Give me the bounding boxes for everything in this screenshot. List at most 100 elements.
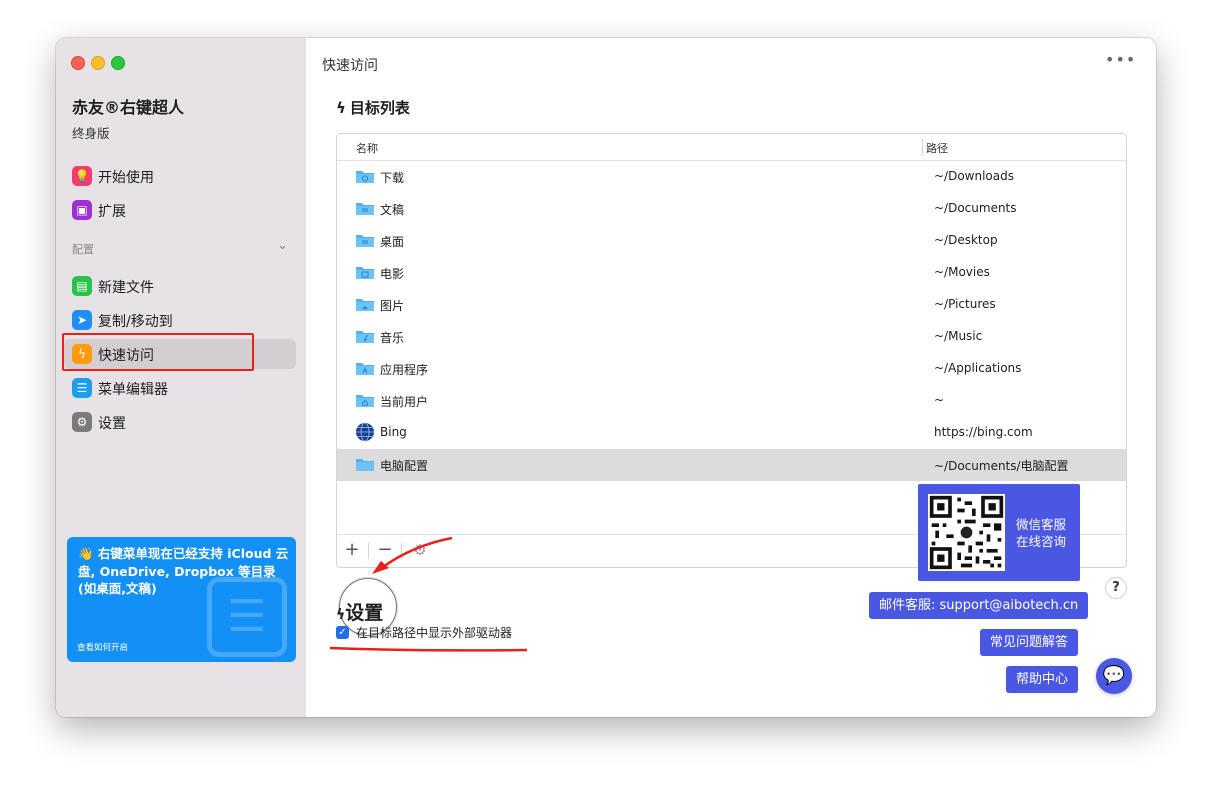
sidebar-item-label: 设置 (98, 416, 126, 432)
email-support-button[interactable]: 邮件客服: support@aibotech.cn (869, 592, 1089, 619)
row-name: Bing (380, 425, 407, 439)
app-window: 赤友®右键超人 终身版 💡 开始使用 ▣ 扩展 配置 ⌄ ▤ 新建文件 ➤ 复制… (56, 38, 1156, 717)
sidebar-item-label: 扩展 (98, 204, 126, 220)
movies-folder-icon (356, 267, 374, 279)
applications-folder-icon (356, 363, 374, 375)
bulb-icon: 💡 (72, 166, 92, 186)
table-row[interactable]: 桌面 ~/Desktop (337, 225, 1126, 257)
table-row[interactable]: 当前用户 ~ (337, 385, 1126, 417)
window-zoom-button[interactable] (111, 56, 125, 70)
faq-button[interactable]: 常见问题解答 (980, 629, 1079, 656)
page-title: 快速访问 (322, 58, 378, 74)
row-path: ~/Music (934, 329, 983, 343)
pictures-folder-icon (356, 299, 374, 311)
sidebar-item-menu-editor[interactable]: ☰ 菜单编辑器 (64, 373, 296, 403)
sidebar-item-settings[interactable]: ⚙ 设置 (64, 407, 296, 437)
toolbar-divider (401, 543, 402, 559)
row-path: ~/Documents (934, 201, 1017, 215)
sidebar-item-label: 新建文件 (98, 280, 154, 296)
settings-heading: ϟ设置 (336, 598, 383, 625)
main-content: 快速访问 ••• ϟ 目标列表 名称 路径 下载 ~/Downloads 文稿 ~… (306, 38, 1156, 717)
row-name: 电脑配置 (380, 459, 429, 473)
settings-title: 设置 (345, 602, 384, 624)
globe-icon (356, 422, 374, 442)
show-external-drives-checkbox[interactable]: ✓ (336, 626, 349, 639)
sidebar: 赤友®右键超人 终身版 💡 开始使用 ▣ 扩展 配置 ⌄ ▤ 新建文件 ➤ 复制… (56, 38, 307, 717)
home-folder-icon (356, 395, 374, 407)
column-divider[interactable] (922, 139, 923, 155)
row-path: ~/Movies (934, 265, 990, 279)
annotation-highlight-box (62, 333, 254, 371)
row-name: 桌面 (380, 235, 405, 249)
table-row[interactable]: 图片 ~/Pictures (337, 289, 1126, 321)
checkbox-label: 在目标路径中显示外部驱动器 (356, 626, 513, 640)
row-name: 应用程序 (380, 363, 429, 377)
wechat-line-2: 在线咨询 (1016, 534, 1067, 549)
help-center-button[interactable]: 帮助中心 (1006, 666, 1079, 693)
add-button[interactable]: + (339, 539, 365, 560)
remove-button[interactable]: − (372, 539, 398, 560)
music-folder-icon (356, 331, 374, 343)
lightning-icon: ϟ (336, 99, 346, 117)
desktop-folder-icon (356, 235, 374, 247)
gear-icon[interactable]: ⚙ (407, 541, 433, 559)
column-header-name[interactable]: 名称 (356, 140, 378, 156)
row-path: ~/Applications (934, 361, 1022, 375)
downloads-folder-icon (356, 171, 374, 183)
promo-text: 👋 右键菜单现在已经支持 iCloud 云盘, OneDrive, Dropbo… (78, 546, 289, 596)
sidebar-item-get-started[interactable]: 💡 开始使用 (64, 161, 296, 191)
toolbar-divider (368, 543, 369, 559)
table-row[interactable]: 音乐 ~/Music (337, 321, 1126, 353)
table-row[interactable]: 下载 ~/Downloads (337, 161, 1126, 193)
target-list-title: 目标列表 (349, 99, 410, 117)
help-icon[interactable]: ? (1106, 578, 1126, 598)
row-path: ~/Pictures (934, 297, 996, 311)
app-name: 赤友®右键超人 (72, 98, 185, 117)
table-row[interactable]: Bing https://bing.com (337, 417, 1126, 449)
row-path: ~/Documents/电脑配置 (934, 459, 1069, 473)
row-name: 文稿 (380, 203, 405, 217)
table-row[interactable]: 电影 ~/Movies (337, 257, 1126, 289)
folder-icon (356, 459, 374, 471)
chevron-down-icon[interactable]: ⌄ (277, 238, 288, 253)
table-row[interactable]: 电脑配置 ~/Documents/电脑配置 (337, 449, 1126, 481)
row-path: https://bing.com (934, 425, 1033, 439)
row-path: ~ (934, 393, 945, 407)
send-icon: ➤ (72, 310, 92, 330)
row-name: 下载 (380, 171, 405, 185)
column-header-path[interactable]: 路径 (926, 140, 948, 156)
window-minimize-button[interactable] (91, 56, 105, 70)
row-name: 当前用户 (380, 395, 429, 409)
sidebar-item-new-file[interactable]: ▤ 新建文件 (64, 271, 296, 301)
table-row[interactable]: 文稿 ~/Documents (337, 193, 1126, 225)
sidebar-item-copy-move[interactable]: ➤ 复制/移动到 (64, 305, 296, 335)
sidebar-item-extensions[interactable]: ▣ 扩展 (64, 195, 296, 225)
documents-folder-icon (356, 203, 374, 215)
promo-link[interactable]: 查看如何开启 (77, 641, 128, 653)
qr-code-icon (928, 494, 1005, 571)
table-row[interactable]: 应用程序 ~/Applications (337, 353, 1126, 385)
sidebar-item-label: 开始使用 (98, 170, 154, 186)
gear-icon: ⚙ (72, 412, 92, 432)
window-close-button[interactable] (71, 56, 85, 70)
sidebar-item-label: 菜单编辑器 (98, 382, 168, 398)
app-edition: 终身版 (72, 126, 110, 141)
new-file-icon: ▤ (72, 276, 92, 296)
sidebar-section-config: 配置 (72, 243, 94, 256)
list-icon: ☰ (72, 378, 92, 398)
sidebar-item-label: 复制/移动到 (98, 314, 173, 330)
wechat-line-1: 微信客服 (1016, 517, 1067, 532)
extension-icon: ▣ (72, 200, 92, 220)
chat-icon[interactable]: 💬 (1096, 658, 1132, 694)
more-options-icon[interactable]: ••• (1105, 50, 1136, 69)
row-name: 音乐 (380, 331, 405, 345)
row-name: 图片 (380, 299, 405, 313)
target-list-heading: ϟ 目标列表 (336, 97, 410, 118)
wechat-support-card[interactable]: 微信客服 在线咨询 (918, 484, 1080, 581)
row-name: 电影 (380, 267, 405, 281)
wechat-support-text: 微信客服 在线咨询 (1016, 516, 1066, 550)
promo-banner[interactable]: ☰ 👋 右键菜单现在已经支持 iCloud 云盘, OneDrive, Drop… (67, 537, 296, 662)
row-path: ~/Downloads (934, 169, 1014, 183)
lightning-icon: ϟ (336, 607, 346, 623)
row-path: ~/Desktop (934, 233, 998, 247)
